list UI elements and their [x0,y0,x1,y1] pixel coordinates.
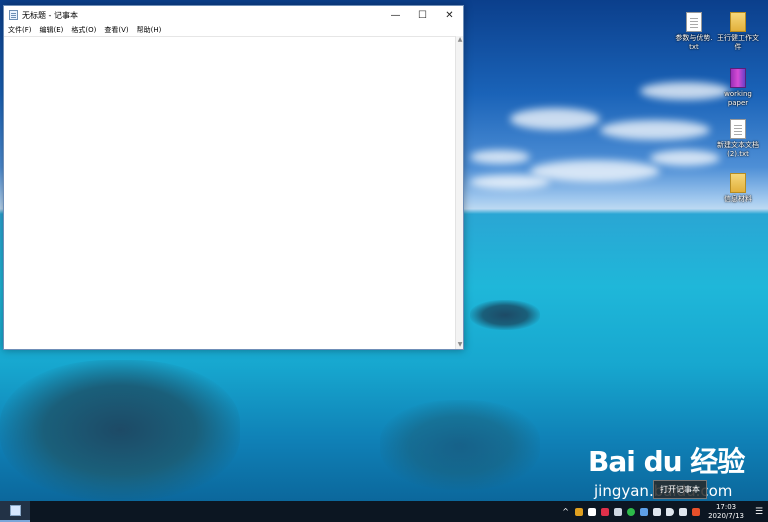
close-button[interactable]: ✕ [436,6,463,24]
maximize-button[interactable]: ☐ [409,6,436,24]
tray-app-icon[interactable] [637,501,650,522]
menu-bar: 文件(F) 编辑(E) 格式(O) 查看(V) 帮助(H) [4,24,463,36]
tray-volume-icon[interactable] [663,501,676,522]
menu-format[interactable]: 格式(O) [71,25,96,35]
taskbar: ^ 17:03 2020/7/13 ☰ [0,501,768,522]
system-clock[interactable]: 17:03 2020/7/13 [702,503,750,521]
tray-app-icon[interactable] [611,501,624,522]
title-bar[interactable]: 无标题 - 记事本 — ☐ ✕ [4,6,463,24]
minimize-button[interactable]: — [382,6,409,24]
notepad-icon [9,505,21,516]
folder-icon [730,173,746,193]
desktop-icon-label: working [724,90,752,98]
scroll-down-icon[interactable]: ▼ [456,341,464,349]
desktop-icon-label: 新建文本文档 [717,141,759,149]
text-edit-area[interactable] [4,36,463,349]
menu-help[interactable]: 帮助(H) [137,25,162,35]
tray-sogou-icon[interactable] [689,501,702,522]
desktop-icon-label: 参数与优势. [675,34,713,42]
menu-file[interactable]: 文件(F) [8,25,32,35]
notepad-app-icon [9,10,18,20]
taskbar-tooltip: 打开记事本 [653,480,707,499]
archive-icon [730,68,746,88]
desktop-icon-label: txt [689,43,699,51]
system-tray: ^ 17:03 2020/7/13 ☰ [559,501,768,522]
desktop-icon-label: 信息材料 [724,195,752,203]
baidu-watermark: Bai du 经验 jingyan.baidu.com [588,440,745,500]
desktop-icon-new-text-2[interactable]: 新建文本文档 (2).txt [714,119,762,159]
taskbar-notepad-button[interactable] [0,501,30,522]
menu-view[interactable]: 查看(V) [104,25,128,35]
folder-icon [730,12,746,32]
scroll-up-icon[interactable]: ▲ [456,36,464,44]
desktop-icon-info-folder[interactable]: 信息材料 [714,173,762,204]
tray-expand-icon[interactable]: ^ [559,501,572,522]
tray-shield-icon[interactable] [598,501,611,522]
desktop-icon-label: 王行健工作文 [717,34,759,42]
desktop-icon-label: 件 [734,43,742,51]
clock-date: 2020/7/13 [708,511,744,520]
tray-wechat-icon[interactable] [624,501,637,522]
desktop-icon-label: (2).txt [727,150,749,158]
window-title: 无标题 - 记事本 [22,10,78,20]
tray-network-icon[interactable] [650,501,663,522]
vertical-scrollbar[interactable]: ▲ ▼ [455,36,463,349]
text-file-icon [730,119,746,139]
tray-app-icon[interactable] [572,501,585,522]
desktop-icon-working-paper[interactable]: working paper [714,68,762,108]
baidu-logo: Bai du 经验 [588,445,745,478]
tray-input-method-icon[interactable] [676,501,689,522]
clock-time: 17:03 [715,502,737,511]
menu-edit[interactable]: 编辑(E) [40,25,64,35]
tray-app-icon[interactable] [585,501,598,522]
text-file-icon [686,12,702,32]
notepad-window[interactable]: 无标题 - 记事本 — ☐ ✕ 文件(F) 编辑(E) 格式(O) 查看(V) … [3,5,464,350]
desktop-icon-label: paper [727,99,749,107]
notification-center-icon[interactable]: ☰ [750,501,768,522]
desktop-icon-work-folder[interactable]: 王行健工作文 件 [714,12,762,52]
desktop-icon-params-txt[interactable]: 参数与优势. txt [670,12,718,52]
